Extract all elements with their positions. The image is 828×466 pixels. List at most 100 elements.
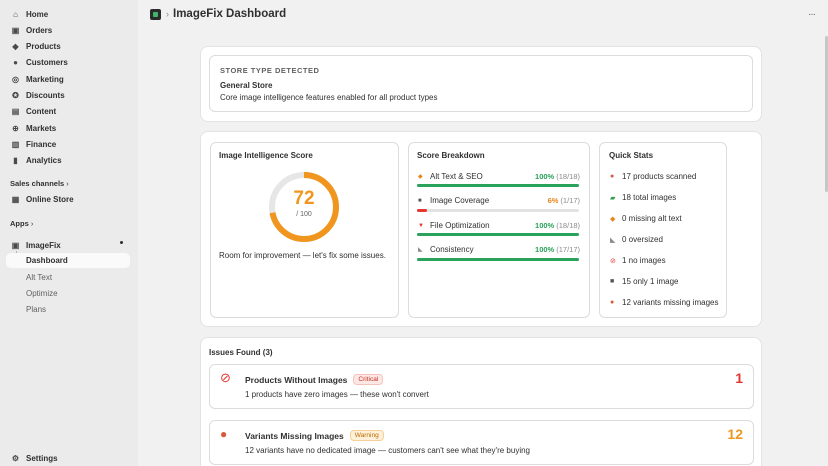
nav-content[interactable]: ▤ Content	[11, 104, 57, 118]
chevron-right-icon: ›	[66, 179, 69, 188]
severity-badge: Critical	[353, 374, 384, 385]
quick-stat-item: ⊘ 1 no images	[610, 256, 666, 265]
quick-stat-item: ● 12 variants missing images	[610, 298, 719, 307]
store-type-desc: Core image intelligence features enabled…	[220, 93, 438, 102]
gear-icon: ⚙	[11, 453, 20, 463]
sales-channels-heading[interactable]: Sales channels ›	[10, 179, 69, 188]
quick-stats-heading: Quick Stats	[609, 151, 654, 160]
score-max: / 100	[296, 211, 312, 218]
more-actions-button[interactable]: ···	[808, 9, 816, 20]
quick-stat-item: ◆ 0 missing alt text	[610, 214, 682, 223]
tag-icon: ◆	[610, 215, 616, 223]
quick-stat-item: ● 17 products scanned	[610, 172, 697, 181]
issue-title-row: Products Without Images Critical	[245, 374, 384, 385]
home-icon: ⌂	[13, 9, 18, 19]
bolt-icon: ▼	[418, 222, 424, 229]
issues-card: Issues Found (3) ⊘ Products Without Imag…	[200, 337, 762, 466]
issue-title: Variants Missing Images	[245, 430, 344, 441]
store-type-heading: STORE TYPE DETECTED	[220, 66, 320, 75]
sidebar-item-optimize[interactable]: Optimize	[26, 289, 58, 298]
nav-discounts[interactable]: ✪ Discounts	[11, 88, 65, 102]
issue-desc: 1 products have zero images — these won'…	[245, 390, 429, 399]
issue-item[interactable]: ⊘ Products Without Images Critical 1 pro…	[209, 364, 754, 409]
active-indicator	[6, 253, 130, 268]
nav-label: Analytics	[26, 155, 62, 165]
nav-label: Orders	[26, 25, 53, 35]
target-icon: ◎	[12, 74, 19, 84]
sidebar-item-dashboard[interactable]: Dashboard	[26, 256, 68, 265]
breakdown-value: 100% (18/18)	[535, 172, 580, 181]
breakdown-bar	[417, 209, 579, 212]
store-icon: ▦	[11, 194, 20, 204]
nav-orders[interactable]: ▣ Orders	[11, 23, 53, 37]
ruler-icon: ◣	[610, 236, 616, 244]
nav-label: Content	[26, 106, 57, 116]
palette-icon: ●	[610, 299, 615, 306]
content-icon: ▤	[11, 106, 20, 116]
bank-icon: ▥	[11, 139, 20, 149]
nav-label: Customers	[26, 57, 68, 67]
no-entry-icon: ⊘	[220, 370, 231, 385]
quick-stat-item: ■ 15 only 1 image	[610, 277, 679, 286]
issue-title: Products Without Images	[245, 374, 348, 385]
breakdown-value: 6% (1/17)	[547, 196, 580, 205]
breadcrumb-chevron-icon: ›	[166, 9, 169, 19]
nav-settings[interactable]: ⚙ Settings	[11, 451, 58, 465]
nav-marketing[interactable]: ◎ Marketing	[11, 72, 64, 86]
nav-products[interactable]: ◆ Products	[11, 39, 61, 53]
camera-icon: ■	[610, 278, 615, 285]
nav-finance[interactable]: ▥ Finance	[11, 137, 57, 151]
apps-heading[interactable]: Apps ›	[10, 219, 33, 228]
score-breakdown-panel	[408, 142, 590, 318]
store-type-card: STORE TYPE DETECTED General Store Core i…	[200, 46, 762, 122]
palette-icon: ●	[220, 427, 228, 441]
issue-item[interactable]: ● Variants Missing Images Warning 12 var…	[209, 420, 754, 465]
store-type-value: General Store	[220, 81, 273, 90]
chart-icon: ▮	[13, 155, 18, 165]
person-icon: ●	[13, 57, 18, 67]
nav-label: Marketing	[26, 74, 64, 84]
pin-dot-icon	[120, 241, 123, 244]
app-logo-icon	[150, 8, 161, 20]
nav-label: ImageFix	[26, 240, 61, 250]
nav-home[interactable]: ⌂ Home	[11, 7, 48, 21]
globe-icon: ⊕	[12, 123, 19, 133]
discount-icon: ✪	[12, 90, 19, 100]
quick-stats-panel	[599, 142, 727, 318]
breakdown-bar	[417, 258, 579, 261]
breakdown-value: 100% (17/17)	[535, 245, 580, 254]
image-icon: ▰	[610, 194, 616, 202]
quick-stat-item: ◣ 0 oversized	[610, 235, 663, 244]
nav-label: Online Store	[26, 194, 74, 204]
nav-customers[interactable]: ● Customers	[11, 55, 68, 69]
nav-label: Markets	[26, 123, 57, 133]
nav-label: Home	[26, 9, 49, 19]
score-heading: Image Intelligence Score	[219, 151, 313, 160]
nav-label: Products	[26, 41, 61, 51]
palette-icon: ●	[610, 173, 615, 180]
sidebar-item-plans[interactable]: Plans	[26, 305, 46, 314]
nav-analytics[interactable]: ▮ Analytics	[11, 153, 62, 167]
no-entry-icon: ⊘	[610, 257, 616, 265]
nav-label: Finance	[26, 139, 57, 149]
app-icon: ▣	[11, 240, 20, 250]
issue-title-row: Variants Missing Images Warning	[245, 430, 384, 441]
nav-app-imagefix[interactable]: ▣ ImageFix	[11, 238, 61, 252]
score-value: 72	[293, 188, 315, 209]
nav-label: Settings	[26, 453, 58, 463]
score-message: Room for improvement — let's fix some is…	[219, 251, 386, 260]
store-type-panel: STORE TYPE DETECTED General Store Core i…	[209, 55, 753, 112]
breakdown-row-consistency: ◣ Consistency	[418, 245, 474, 254]
camera-icon: ■	[418, 197, 422, 204]
breakdown-bar-fill	[417, 233, 579, 236]
breakdown-bar	[417, 233, 579, 236]
breakdown-bar-fill	[417, 184, 579, 187]
sidebar-item-alt-text[interactable]: Alt Text	[26, 273, 52, 282]
nav-label: Discounts	[26, 90, 65, 100]
breakdown-row-alt-text: ◆ Alt Text & SEO	[418, 172, 483, 181]
nav-online-store[interactable]: ▦ Online Store	[11, 192, 74, 206]
breakdown-value: 100% (18/18)	[535, 221, 580, 230]
issue-desc: 12 variants have no dedicated image — cu…	[245, 446, 530, 455]
nav-markets[interactable]: ⊕ Markets	[11, 121, 56, 135]
page-header: › ImageFix Dashboard	[150, 8, 286, 20]
